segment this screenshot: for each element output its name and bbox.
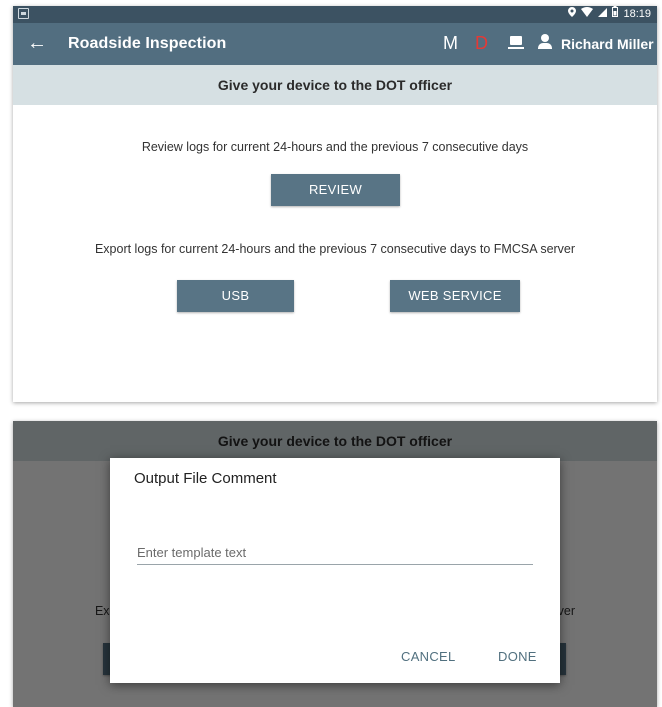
output-comment-screen: Give your device to the DOT officer Expo… [13, 421, 657, 707]
usb-button[interactable]: USB [177, 280, 294, 312]
review-button[interactable]: REVIEW [271, 174, 400, 206]
template-text-input[interactable] [137, 541, 533, 565]
web-service-button[interactable]: WEB SERVICE [390, 280, 520, 312]
page-title: Roadside Inspection [68, 35, 227, 52]
status-bar: 18:19 [13, 6, 657, 23]
app-bar: ← Roadside Inspection M D Richard Miller [13, 23, 657, 65]
battery-icon [612, 6, 619, 23]
output-file-comment-dialog: Output File Comment CANCEL DONE [110, 458, 560, 683]
status-time: 18:19 [623, 8, 651, 20]
dialog-title: Output File Comment [134, 470, 277, 487]
location-icon [568, 6, 577, 23]
screenshot-notification-icon [18, 8, 29, 19]
done-button[interactable]: DONE [498, 649, 537, 664]
cancel-button[interactable]: CANCEL [401, 649, 456, 664]
user-name[interactable]: Richard Miller [561, 36, 654, 52]
mode-m-indicator[interactable]: M [443, 33, 458, 54]
export-description: Export logs for current 24-hours and the… [94, 242, 576, 256]
review-description: Review logs for current 24-hours and the… [141, 140, 529, 154]
mode-d-indicator[interactable]: D [475, 33, 488, 54]
user-icon[interactable] [538, 34, 552, 50]
roadside-inspection-screen: 18:19 ← Roadside Inspection M D Richard … [13, 6, 657, 402]
dot-officer-banner: Give your device to the DOT officer [13, 65, 657, 105]
eld-device-icon[interactable] [508, 36, 524, 49]
wifi-icon [581, 6, 594, 23]
back-arrow-icon[interactable]: ← [27, 32, 47, 54]
signal-icon [598, 6, 608, 23]
